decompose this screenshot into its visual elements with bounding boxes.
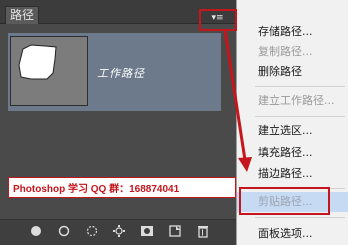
menu-separator — [255, 86, 345, 87]
path-thumbnail — [10, 36, 88, 106]
menu-item-save-path[interactable]: 存储路径... — [237, 22, 348, 42]
add-mask-icon[interactable] — [140, 224, 154, 238]
paths-panel: 路径 ▾≡ 工作路径 — [0, 0, 238, 245]
fill-path-icon[interactable] — [29, 224, 43, 238]
menu-item-make-selection[interactable]: 建立选区... — [237, 121, 348, 141]
delete-path-icon[interactable] — [196, 224, 210, 238]
menu-item-stroke-path[interactable]: 描边路径... — [237, 164, 348, 184]
menu-separator — [255, 217, 345, 218]
path-list-empty-area — [8, 111, 221, 219]
menu-button-highlight-box — [199, 9, 237, 31]
path-list-item[interactable]: 工作路径 — [8, 33, 221, 111]
clipping-path-highlight-box — [239, 187, 330, 215]
panel-bottom-toolbar — [0, 219, 238, 245]
load-selection-icon[interactable] — [85, 224, 99, 238]
new-path-icon[interactable] — [168, 224, 182, 238]
path-shape-icon — [18, 44, 57, 80]
caption-banner: Photoshop 学习 QQ 群：168874041 — [8, 177, 236, 198]
caption-text: Photoshop 学习 QQ 群：168874041 — [13, 184, 180, 195]
menu-item-delete-path[interactable]: 删除路径 — [237, 62, 348, 82]
menu-item-make-work-path[interactable]: 建立工作路径... — [237, 91, 348, 111]
path-name-label: 工作路径 — [97, 67, 145, 80]
menu-item-fill-path[interactable]: 填充路径... — [237, 143, 348, 163]
screenshot-stage: 路径 ▾≡ 工作路径 存储路径... 复制路径... 删除路径 建立工作路径..… — [0, 0, 348, 245]
menu-item-panel-options[interactable]: 面板选项... — [237, 224, 348, 244]
tab-paths[interactable]: 路径 — [5, 6, 39, 24]
make-work-path-icon[interactable] — [112, 224, 126, 238]
stroke-path-icon[interactable] — [57, 224, 71, 238]
menu-separator — [255, 116, 345, 117]
menu-item-duplicate-path[interactable]: 复制路径... — [237, 42, 348, 62]
